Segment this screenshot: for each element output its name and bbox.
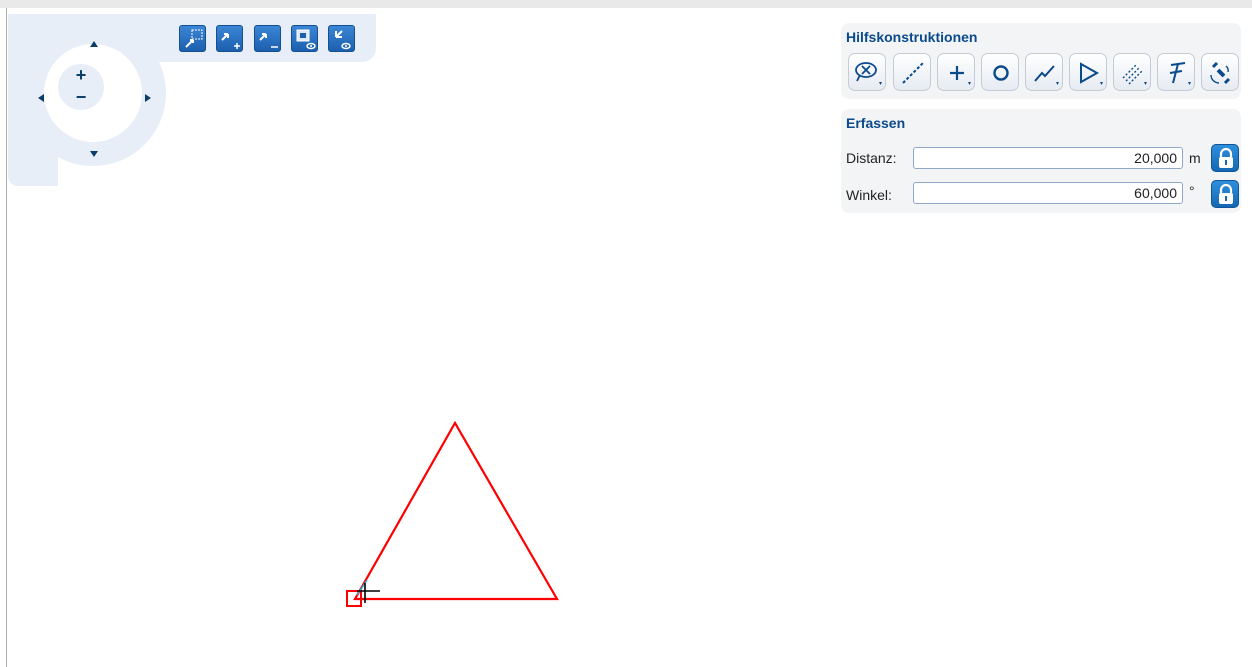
drawn-triangle	[353, 420, 559, 601]
map-canvas[interactable]	[0, 0, 1252, 667]
